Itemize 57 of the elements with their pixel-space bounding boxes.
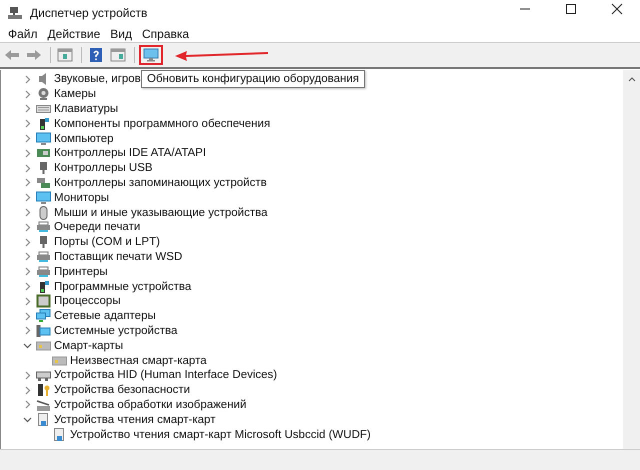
- tooltip: Обновить конфигурацию оборудования: [141, 70, 365, 88]
- monitor-icon: [36, 190, 51, 205]
- window-icon: [57, 47, 73, 63]
- device-category[interactable]: Мониторы: [54, 192, 110, 204]
- device-category[interactable]: Компоненты программного обеспечения: [54, 118, 270, 130]
- menu-item[interactable]: Справка: [138, 27, 196, 41]
- window-icon: [110, 47, 126, 63]
- device-category[interactable]: Очереди печати: [54, 221, 140, 234]
- device-category[interactable]: Мыши и иные указывающие устройства: [54, 206, 268, 219]
- device-category[interactable]: Сетевые адаптеры: [54, 310, 156, 322]
- device-category[interactable]: Программные устройства: [54, 280, 192, 293]
- arrow-left-icon: [4, 47, 20, 63]
- monitor-icon: [143, 47, 159, 63]
- arrow-right-icon: [26, 47, 42, 63]
- system-icon: [36, 324, 51, 338]
- storage-icon: [36, 176, 51, 190]
- scroll-up-icon[interactable]: [628, 76, 636, 82]
- device-category[interactable]: Системные устройства: [54, 324, 178, 337]
- network-icon: [36, 309, 51, 324]
- chip-icon: [36, 294, 51, 308]
- monitor-icon: [36, 132, 51, 146]
- scanner-icon: [36, 398, 51, 412]
- device-manager-icon: [8, 6, 22, 20]
- device-category[interactable]: Звуковые, игров: [54, 73, 141, 86]
- device-category[interactable]: Контроллеры IDE ATA/ATAPI: [54, 147, 206, 160]
- menu-item[interactable]: Действие: [44, 27, 106, 41]
- device-category[interactable]: Камеры: [54, 88, 96, 100]
- device-category[interactable]: Смарт-карты: [54, 340, 124, 352]
- device-category[interactable]: Устройства безопасности: [54, 384, 190, 396]
- device-category[interactable]: Компьютер: [54, 132, 114, 145]
- device-category[interactable]: Устройства чтения смарт-карт: [54, 414, 216, 426]
- device-category[interactable]: Порты (COM и LPT): [54, 236, 160, 248]
- device-item[interactable]: Устройство чтения смарт-карт Microsoft Usbccid (WUDF): [70, 428, 371, 441]
- device-category[interactable]: Клавиатуры: [54, 102, 118, 115]
- webcam-icon: [36, 87, 51, 102]
- key-icon: [36, 383, 51, 398]
- menu-item[interactable]: Вид: [106, 27, 138, 41]
- scan-hardware-button[interactable]: [139, 45, 163, 65]
- device-category[interactable]: Устройства HID (Human Interface Devices): [54, 369, 278, 382]
- device-category[interactable]: Процессоры: [54, 295, 121, 308]
- help-icon: [88, 47, 104, 63]
- window-title: Диспетчер устройств: [30, 6, 148, 20]
- printer-icon: [36, 220, 51, 234]
- card-icon: [52, 354, 67, 368]
- menu-item[interactable]: Файл: [4, 27, 44, 41]
- device-category[interactable]: Контроллеры USB: [54, 162, 153, 174]
- device-category[interactable]: Устройства обработки изображений: [54, 398, 246, 411]
- card-reader-icon: [36, 412, 51, 427]
- printer-icon: [36, 264, 51, 279]
- device-item[interactable]: Неизвестная смарт-карта: [70, 354, 207, 367]
- printer-icon: [36, 250, 51, 264]
- device-category[interactable]: Поставщик печати WSD: [54, 250, 182, 263]
- scrollbar[interactable]: [623, 70, 640, 449]
- card-reader-icon: [52, 428, 67, 442]
- device-category[interactable]: Контроллеры запоминающих устройств: [54, 176, 267, 189]
- card-icon: [36, 338, 51, 353]
- device-category[interactable]: Принтеры: [54, 266, 108, 278]
